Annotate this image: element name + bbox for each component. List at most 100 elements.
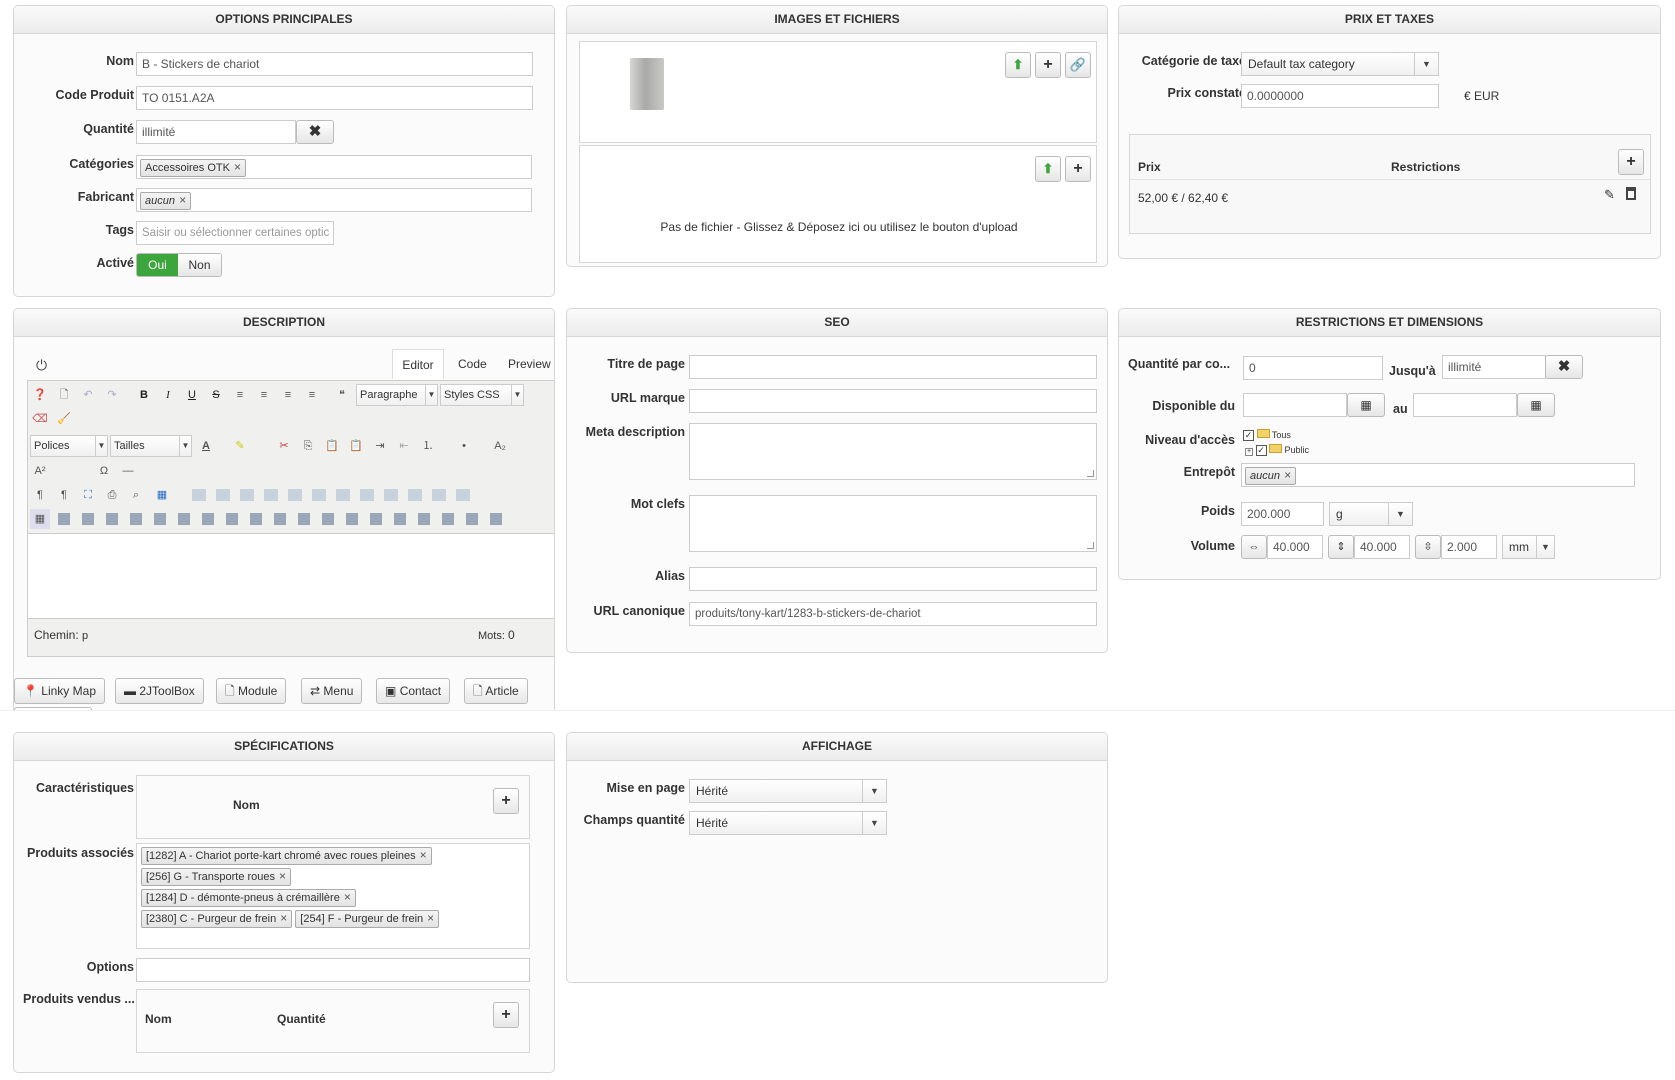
remove-tag-icon[interactable]: × [427,911,434,925]
subscript-icon[interactable]: A₂ [490,436,510,456]
add-sold-product-icon[interactable]: + [493,1002,519,1028]
print-icon[interactable]: ⎙ [102,485,122,505]
observed-price-input[interactable]: 0.0000000 [1241,84,1439,108]
page-title-input[interactable] [689,355,1097,379]
help-icon[interactable]: ❓ [30,385,50,405]
format-select[interactable]: Paragraphe ▼ [356,384,438,406]
access-public-item[interactable]: + ✓ Public [1243,443,1309,458]
add-price-icon[interactable]: + [1618,149,1644,175]
edit-price-icon[interactable]: ✎ [1604,187,1615,203]
align-left-icon[interactable]: ≡ [278,385,298,405]
quantity-input[interactable]: illimité [136,120,296,144]
remove-tag-icon[interactable]: × [234,160,241,174]
align-right-icon[interactable]: ≡ [302,385,322,405]
related-products-field[interactable]: [1282] A - Chariot porte-kart chromé ave… [136,843,530,949]
tab-code[interactable]: Code [458,357,487,371]
volume-unit-select[interactable]: mm ▼ [1502,535,1555,559]
search-replace-icon[interactable]: ⌕ [126,485,146,505]
remove-tag-icon[interactable]: × [179,193,186,207]
eraser-icon[interactable]: ⌫ [30,409,50,429]
redo-icon[interactable]: ↷ [102,385,122,405]
upload-file-icon[interactable]: ⬆ [1035,156,1061,182]
alias-input[interactable] [689,567,1097,591]
quantity-per-order-input[interactable]: 0 [1243,356,1383,380]
superscript-icon[interactable]: A² [30,461,50,481]
expand-icon[interactable]: + [1245,448,1253,456]
active-yes-button[interactable]: Oui [137,254,178,276]
quantity-field-select[interactable]: Hérité ▼ [689,811,887,835]
brand-url-input[interactable] [689,389,1097,413]
new-document-icon[interactable]: 🗋 [54,385,74,405]
options-input[interactable] [136,958,530,982]
add-file-icon[interactable]: + [1065,156,1091,182]
bold-icon[interactable]: B [134,385,154,405]
font-family-select[interactable]: Polices ▼ [30,435,108,457]
upload-image-icon[interactable]: ⬆ [1005,52,1031,78]
paste-icon[interactable]: 📋 [322,436,342,456]
fullscreen-icon[interactable]: ⛶ [78,485,98,505]
volume-width-input[interactable]: 40.000 [1267,535,1323,559]
visual-aid-icon[interactable]: ▦ [30,509,50,529]
remove-tag-icon[interactable]: × [279,869,286,883]
remove-tag-icon[interactable]: × [1284,468,1291,482]
justify-icon[interactable]: ≡ [230,385,250,405]
meta-description-textarea[interactable] [689,423,1097,480]
weight-unit-select[interactable]: g ▼ [1329,502,1413,526]
copy-icon[interactable]: ⎘ [298,436,318,456]
broom-icon[interactable]: 🧹 [54,409,74,429]
product-code-input[interactable]: TO 0151.A2A [136,86,533,110]
remove-tag-icon[interactable]: × [344,890,351,904]
categories-field[interactable]: Accessoires OTK × [136,155,532,179]
power-icon[interactable]: ⏻ [36,357,47,374]
canonical-url-input[interactable]: produits/tony-kart/1283-b-stickers-de-ch… [689,602,1097,626]
cut-icon[interactable]: ✂ [274,436,294,456]
underline-icon[interactable]: U [182,385,202,405]
align-center-icon[interactable]: ≡ [254,385,274,405]
contact-button[interactable]: ▣ Contact [376,678,451,704]
tags-input[interactable]: Saisir ou sélectionner certaines optic [136,221,334,245]
checkbox-checked-icon[interactable]: ✓ [1255,445,1267,456]
volume-length-input[interactable]: 40.000 [1354,535,1410,559]
remove-tag-icon[interactable]: × [280,911,287,925]
delete-price-icon[interactable] [1626,187,1636,200]
link-icon[interactable]: 🔗 [1065,52,1091,78]
until-input[interactable]: illimité [1442,355,1546,379]
product-thumbnail[interactable] [630,58,664,110]
access-all-item[interactable]: ✓ Tous [1243,428,1309,443]
outdent-icon[interactable]: ⇤ [394,436,414,456]
tab-editor[interactable]: Editor [392,349,444,379]
add-image-icon[interactable]: + [1035,52,1061,78]
clear-until-button[interactable]: ✖ [1545,355,1583,379]
add-feature-icon[interactable]: + [493,788,519,814]
blockquote-icon[interactable]: ❝ [332,385,352,405]
weight-input[interactable]: 200.000 [1241,502,1324,526]
italic-icon[interactable]: I [158,385,178,405]
checkbox-checked-icon[interactable]: ✓ [1243,430,1254,441]
warehouse-field[interactable]: aucun × [1241,463,1635,487]
linky-map-button[interactable]: 📍 Linky Map [14,678,105,704]
available-from-input[interactable] [1243,393,1347,417]
undo-icon[interactable]: ↶ [78,385,98,405]
active-no-button[interactable]: Non [178,254,221,276]
tab-preview[interactable]: Preview [508,357,551,371]
calendar-to-icon[interactable]: ▦ [1517,393,1555,417]
module-button[interactable]: 🗋 Module [216,678,287,704]
name-input[interactable]: B - Stickers de chariot [136,52,533,76]
strikethrough-icon[interactable]: S [206,385,226,405]
2jtoolbox-button[interactable]: ▬ 2JToolBox [115,678,204,704]
bullet-list-icon[interactable]: • [454,436,474,456]
horizontal-rule-icon[interactable]: — [118,461,138,481]
menu-button[interactable]: ⇄ Menu [301,678,363,704]
paste-text-icon[interactable]: 📋 [346,436,366,456]
article-button[interactable]: 🗋 Article [464,678,528,704]
font-size-select[interactable]: Tailles ▼ [110,435,192,457]
available-to-input[interactable] [1413,393,1517,417]
highlight-color-icon[interactable]: ✎ [230,436,250,456]
keywords-textarea[interactable] [689,495,1097,552]
tax-category-select[interactable]: Default tax category ▼ [1241,52,1439,76]
ltr-icon[interactable]: ¶ [30,485,50,505]
clear-quantity-button[interactable]: ✖ [296,120,334,144]
layout-select[interactable]: Hérité ▼ [689,779,887,803]
styles-select[interactable]: Styles CSS ▼ [440,384,524,406]
numbered-list-icon[interactable]: ⒈ [418,436,438,456]
